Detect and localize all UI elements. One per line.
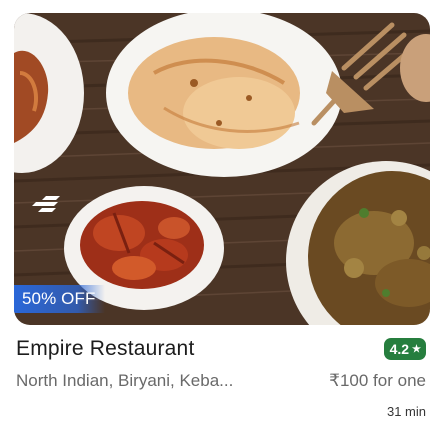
price-for-one: ₹100 for one (329, 371, 426, 390)
restaurant-card[interactable]: 50% OFF Empire Restaurant 4.2 ★ North In… (0, 0, 444, 438)
cuisines-text: North Indian, Biryani, Keba... (16, 371, 234, 390)
rating-badge: 4.2 ★ (383, 338, 426, 360)
restaurant-name[interactable]: Empire Restaurant (16, 337, 194, 361)
offer-label: 50% OFF (22, 289, 96, 308)
brand-mark-icon (32, 196, 60, 212)
title-row: Empire Restaurant 4.2 ★ (14, 336, 430, 362)
rating-value: 4.2 (389, 341, 410, 357)
details-row: North Indian, Biryani, Keba... ₹100 for … (14, 370, 430, 394)
food-photo-icon (14, 13, 430, 325)
star-icon: ★ (412, 343, 421, 355)
offer-badge: 50% OFF (14, 285, 106, 313)
delivery-time: 31 min (386, 404, 426, 419)
restaurant-photo[interactable] (14, 13, 430, 325)
